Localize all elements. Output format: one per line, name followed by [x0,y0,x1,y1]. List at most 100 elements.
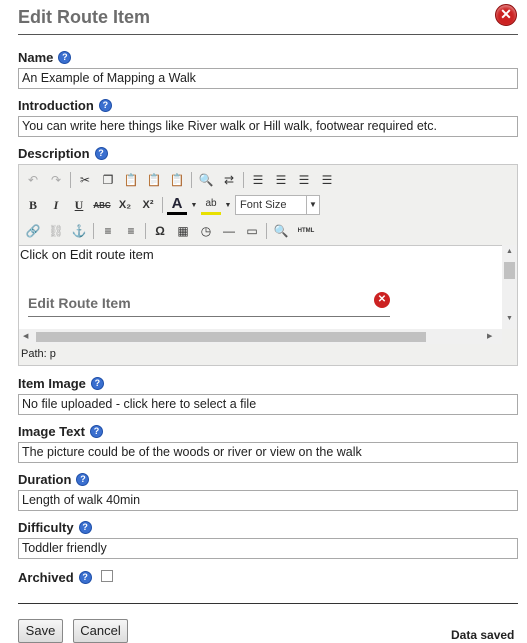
toolbar-separator [162,197,163,213]
bold-icon[interactable]: B [23,195,43,215]
replace-icon[interactable]: ⇄ [219,170,239,190]
scroll-left-icon[interactable]: ◀ [23,332,28,340]
toolbar-row-1: ↶ ↷ ✂ ❐ 📋 📋 📋 🔍 ⇄ ☰ ☰ ☰ ☰ [23,169,340,191]
item-image-label: Item Image [18,376,86,391]
editor-horizontal-scrollbar[interactable]: ◀ ▶ [19,329,502,344]
align-right-icon[interactable]: ☰ [294,170,314,190]
embedded-dialog-title: Edit Route Item [28,295,131,311]
image-text-label: Image Text [18,424,85,439]
bullet-list-icon[interactable]: ≡ [98,221,118,241]
font-size-label: Font Size [240,199,287,211]
html-source-icon[interactable]: HTML [294,221,318,241]
description-editor: ↶ ↷ ✂ ❐ 📋 📋 📋 🔍 ⇄ ☰ ☰ ☰ ☰ B I U ABC X₂ X… [18,164,518,366]
difficulty-label-row: Difficulty ? [18,520,92,535]
image-text-label-row: Image Text ? [18,424,103,439]
anchor-icon[interactable]: ⚓ [69,221,89,241]
image-text-help-icon[interactable]: ? [89,425,103,438]
introduction-field[interactable]: You can write here things like River wal… [18,116,518,137]
editor-content-text: Click on Edit route item [20,247,154,262]
header-divider [18,34,518,35]
duration-label-row: Duration ? [18,472,90,487]
save-button[interactable]: Save [18,619,63,643]
image-text-field[interactable]: The picture could be of the woods or riv… [18,442,518,463]
chevron-down-icon: ▼ [306,196,319,214]
unlink-icon[interactable]: ⛓ [46,221,66,241]
time-icon[interactable]: ◷ [196,221,216,241]
underline-icon[interactable]: U [69,195,89,215]
editor-vertical-scrollbar[interactable]: ▲ ▼ [502,245,517,329]
copy-icon[interactable]: ❐ [98,170,118,190]
template-icon[interactable]: ▭ [242,221,262,241]
toolbar-row-3: 🔗 ⛓ ⚓ ≡ ≡ Ω ▦ ◷ — ▭ 🔍 HTML [23,220,321,242]
difficulty-field[interactable]: Toddler friendly [18,538,518,559]
dialog-title: Edit Route Item [18,7,151,27]
highlight-dropdown-icon[interactable]: ▼ [224,195,232,215]
paste-word-icon[interactable]: 📋 [167,170,187,190]
text-color-dropdown-icon[interactable]: ▼ [190,195,198,215]
duration-help-icon[interactable]: ? [76,473,90,486]
item-image-label-row: Item Image ? [18,376,104,391]
toolbar-separator [243,172,244,188]
archived-help-icon[interactable]: ? [78,571,92,584]
toolbar-row-2: B I U ABC X₂ X² A ▼ ab ▼ Font Size ▼ [23,194,320,216]
preview-icon[interactable]: 🔍 [271,221,291,241]
align-justify-icon[interactable]: ☰ [317,170,337,190]
scroll-up-icon[interactable]: ▲ [506,248,513,255]
toolbar-separator [266,223,267,239]
name-field[interactable]: An Example of Mapping a Walk [18,68,518,89]
name-label: Name [18,50,54,65]
duration-label: Duration [18,472,72,487]
special-char-icon[interactable]: Ω [150,221,170,241]
toolbar-separator [145,223,146,239]
vertical-scroll-thumb[interactable] [504,262,515,279]
font-size-select[interactable]: Font Size ▼ [235,195,320,215]
toolbar-separator [93,223,94,239]
item-image-field[interactable]: No file uploaded - click here to select … [18,394,518,415]
find-icon[interactable]: 🔍 [196,170,216,190]
strikethrough-icon[interactable]: ABC [92,195,112,215]
cut-icon[interactable]: ✂ [75,170,95,190]
toolbar-separator [191,172,192,188]
name-label-row: Name ? [18,50,72,65]
link-icon[interactable]: 🔗 [23,221,43,241]
introduction-label: Introduction [18,98,94,113]
description-label: Description [18,146,90,161]
footer-divider [18,603,518,604]
archived-label-row: Archived ? [18,570,92,585]
date-icon[interactable]: ▦ [173,221,193,241]
name-help-icon[interactable]: ? [58,51,72,64]
undo-icon[interactable]: ↶ [23,170,43,190]
embedded-divider [28,316,390,317]
editor-path: Path: p [21,348,56,360]
horizontal-rule-icon[interactable]: — [219,221,239,241]
text-color-icon[interactable]: A [167,195,187,215]
item-image-help-icon[interactable]: ? [90,377,104,390]
introduction-help-icon[interactable]: ? [98,99,112,112]
editor-content-area[interactable]: Click on Edit route item Edit Route Item… [19,245,502,330]
cancel-button[interactable]: Cancel [73,619,128,643]
redo-icon[interactable]: ↷ [46,170,66,190]
subscript-icon[interactable]: X₂ [115,195,135,215]
highlight-color-icon[interactable]: ab [201,196,221,215]
difficulty-label: Difficulty [18,520,74,535]
close-icon[interactable]: ✕ [495,4,517,26]
align-left-icon[interactable]: ☰ [248,170,268,190]
horizontal-scroll-thumb[interactable] [36,332,426,342]
paste-text-icon[interactable]: 📋 [144,170,164,190]
introduction-label-row: Introduction ? [18,98,112,113]
scroll-down-icon[interactable]: ▼ [506,315,513,322]
archived-checkbox[interactable] [101,570,113,582]
difficulty-help-icon[interactable]: ? [78,521,92,534]
numbered-list-icon[interactable]: ≡ [121,221,141,241]
description-help-icon[interactable]: ? [94,147,108,160]
archived-label: Archived [18,570,74,585]
paste-icon[interactable]: 📋 [121,170,141,190]
description-label-row: Description ? [18,146,108,161]
italic-icon[interactable]: I [46,195,66,215]
align-center-icon[interactable]: ☰ [271,170,291,190]
scroll-right-icon[interactable]: ▶ [487,332,492,340]
toolbar-separator [70,172,71,188]
duration-field[interactable]: Length of walk 40min [18,490,518,511]
superscript-icon[interactable]: X² [138,195,158,215]
embedded-close-icon: ✕ [374,292,390,308]
